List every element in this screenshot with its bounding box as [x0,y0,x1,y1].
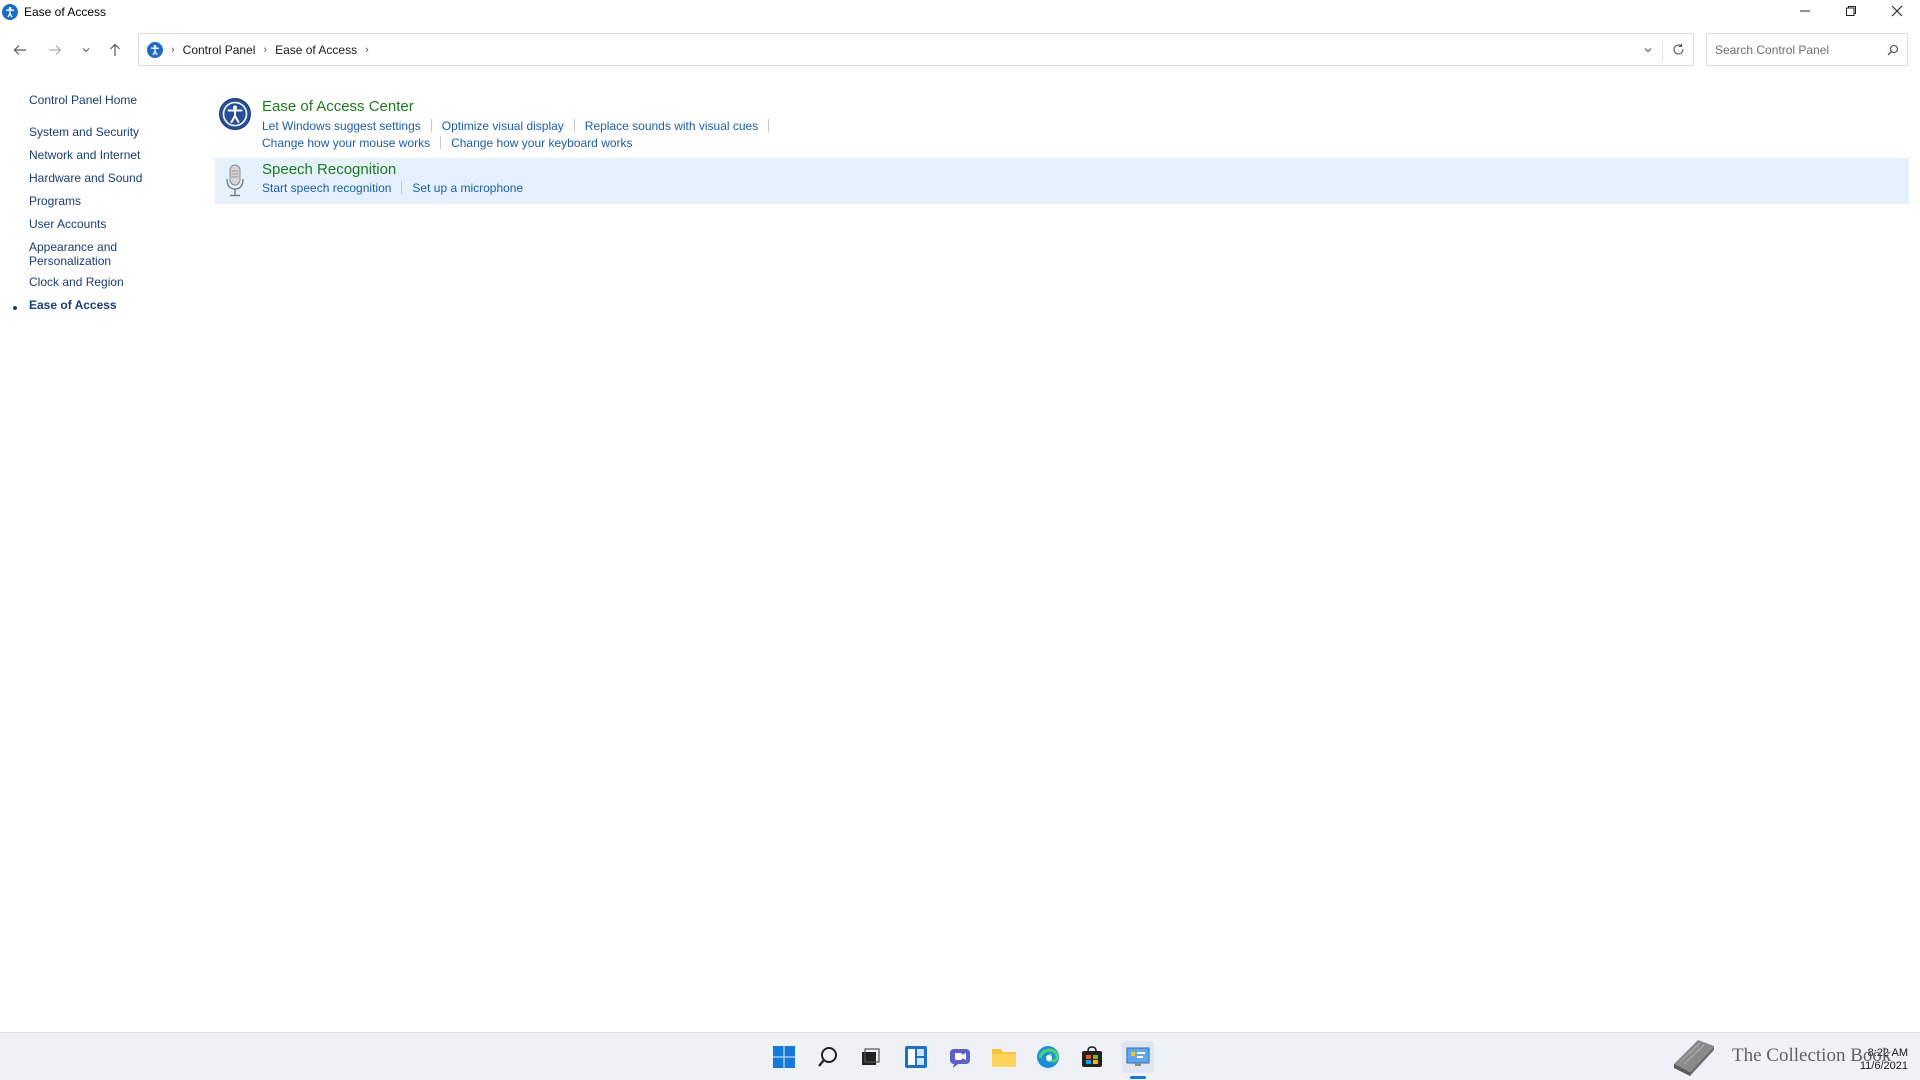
link-replace-sounds-with-visual-cues[interactable]: Replace sounds with visual cues [585,119,758,133]
link-set-up-a-microphone[interactable]: Set up a microphone [412,181,523,195]
book-logo-icon [1674,1040,1714,1076]
search-icon[interactable] [814,1043,842,1071]
divider [573,119,575,132]
category-links-row: Let Windows suggest settings Optimize vi… [262,119,779,133]
sidebar-item-control-panel-home[interactable]: Control Panel Home [29,93,159,107]
search-icon[interactable] [1883,40,1903,60]
address-bar[interactable]: › Control Panel › Ease of Access › [138,33,1694,66]
divider [401,181,403,194]
search-box [1706,33,1908,66]
address-bar-actions [1634,34,1693,65]
up-arrow-icon[interactable] [105,40,125,60]
breadcrumb-control-panel[interactable]: Control Panel [183,43,256,57]
category-speech-recognition: Speech Recognition Start speech recognit… [215,158,1909,204]
watermark-text: The Collection Book [1732,1045,1892,1066]
recent-locations-chevron-icon[interactable] [76,40,96,60]
store-icon[interactable] [1078,1043,1106,1071]
refresh-icon[interactable] [1663,34,1693,65]
link-change-how-your-mouse-works[interactable]: Change how your mouse works [262,136,430,150]
chat-icon[interactable] [946,1043,974,1071]
control-panel-icon[interactable] [1122,1041,1154,1073]
ease-of-access-icon[interactable] [218,97,252,131]
breadcrumb-chevron-icon[interactable]: › [263,44,267,56]
category-links-row: Change how your mouse works Change how y… [262,136,633,150]
link-let-windows-suggest-settings[interactable]: Let Windows suggest settings [262,119,421,133]
address-history-chevron-icon[interactable] [1634,34,1662,65]
sidebar-item-hardware-and-sound[interactable]: Hardware and Sound [29,171,159,185]
navigation-row: › Control Panel › Ease of Access › [0,33,1920,67]
taskbar: 8:22 AM 11/6/2021 [0,1032,1920,1080]
active-app-indicator [1130,1076,1146,1079]
microphone-icon[interactable] [218,163,252,197]
forward-arrow-icon[interactable] [45,40,65,60]
link-start-speech-recognition[interactable]: Start speech recognition [262,181,391,195]
sidebar-item-appearance-and-personalization[interactable]: Appearance and Personalization [29,240,129,268]
sidebar-item-ease-of-access[interactable]: Ease of Access [29,298,159,312]
start-icon[interactable] [770,1043,798,1071]
link-change-how-your-keyboard-works[interactable]: Change how your keyboard works [451,136,632,150]
divider [768,119,770,132]
breadcrumb-ease-of-access[interactable]: Ease of Access [275,43,357,57]
link-optimize-visual-display[interactable]: Optimize visual display [442,119,564,133]
divider [440,136,442,149]
file-explorer-icon[interactable] [990,1043,1018,1071]
active-item-bullet [13,306,17,310]
breadcrumb-chevron-icon[interactable]: › [171,44,175,56]
ease-of-access-icon [2,4,18,20]
ease-of-access-icon [147,41,163,58]
edge-icon[interactable] [1034,1043,1062,1071]
category-title[interactable]: Ease of Access Center [262,98,414,115]
category-title[interactable]: Speech Recognition [262,161,396,178]
sidebar-item-programs[interactable]: Programs [29,194,159,208]
watermark: The Collection Book [1668,1032,1891,1080]
window-controls [1782,0,1920,24]
window-title: Ease of Access [24,5,107,19]
task-view-icon[interactable] [856,1043,884,1071]
back-arrow-icon[interactable] [10,40,30,60]
widgets-icon[interactable] [902,1043,930,1071]
search-input[interactable] [1715,42,1883,57]
close-icon[interactable] [1874,0,1920,22]
sidebar-item-clock-and-region[interactable]: Clock and Region [29,275,159,289]
sidebar-item-user-accounts[interactable]: User Accounts [29,217,159,231]
category-links-row: Start speech recognition Set up a microp… [262,181,523,195]
sidebar-item-system-and-security[interactable]: System and Security [29,125,159,139]
minimize-icon[interactable] [1782,0,1828,22]
divider [430,119,432,132]
category-ease-of-access-center: Ease of Access Center Let Windows sugges… [215,96,1909,152]
sidebar-item-network-and-internet[interactable]: Network and Internet [29,148,159,162]
breadcrumb-chevron-icon[interactable]: › [365,44,369,56]
restore-icon[interactable] [1828,0,1874,22]
title-bar: Ease of Access [0,0,1920,24]
